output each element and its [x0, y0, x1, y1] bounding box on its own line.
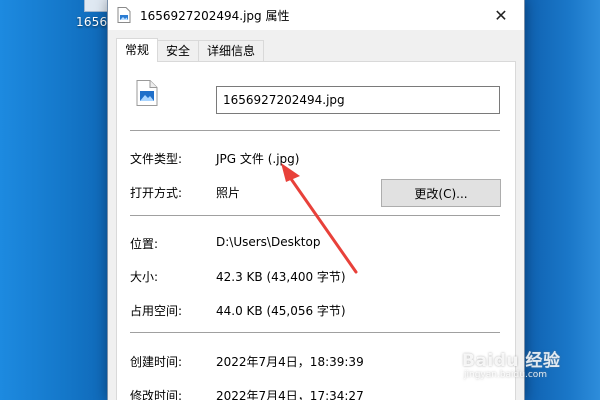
divider [130, 215, 500, 216]
tab-details[interactable]: 详细信息 [198, 40, 265, 62]
filename-field[interactable] [216, 86, 500, 114]
size-label: 大小: [130, 270, 159, 284]
location-value: D:\Users\Desktop [216, 235, 321, 249]
divider [130, 130, 500, 131]
photo-file-icon [136, 80, 158, 106]
divider [130, 332, 500, 333]
close-button[interactable]: ✕ [478, 0, 524, 30]
image-file-icon [117, 7, 131, 23]
location-label: 位置: [130, 237, 159, 251]
change-button[interactable]: 更改(C)... [381, 179, 501, 207]
dialog-title: 1656927202494.jpg 属性 [140, 9, 290, 23]
file-type-value: JPG 文件 (.jpg) [216, 152, 300, 166]
tab-general[interactable]: 常规 [116, 38, 159, 62]
title-bar[interactable]: 1656927202494.jpg 属性 ✕ [108, 0, 524, 30]
modified-label: 修改时间: [130, 389, 183, 400]
size-value: 42.3 KB (43,400 字节) [216, 270, 346, 284]
size-on-disk-value: 44.0 KB (45,056 字节) [216, 304, 346, 318]
modified-value: 2022年7月4日，17:34:27 [216, 389, 364, 400]
created-label: 创建时间: [130, 355, 183, 369]
size-on-disk-label: 占用空间: [130, 304, 183, 318]
properties-dialog: 1656927202494.jpg 属性 ✕ 常规 安全 详细信息 文件类型: … [107, 0, 525, 400]
file-type-label: 文件类型: [130, 152, 183, 166]
desktop-background-left [0, 0, 110, 400]
open-with-value: 照片 [216, 186, 241, 200]
open-with-label: 打开方式: [130, 186, 183, 200]
tab-strip: 常规 安全 详细信息 [116, 38, 265, 62]
created-value: 2022年7月4日，18:39:39 [216, 355, 364, 369]
desktop-file-icon[interactable] [84, 0, 108, 12]
desktop-background-right [522, 0, 600, 400]
tab-security[interactable]: 安全 [157, 40, 200, 62]
